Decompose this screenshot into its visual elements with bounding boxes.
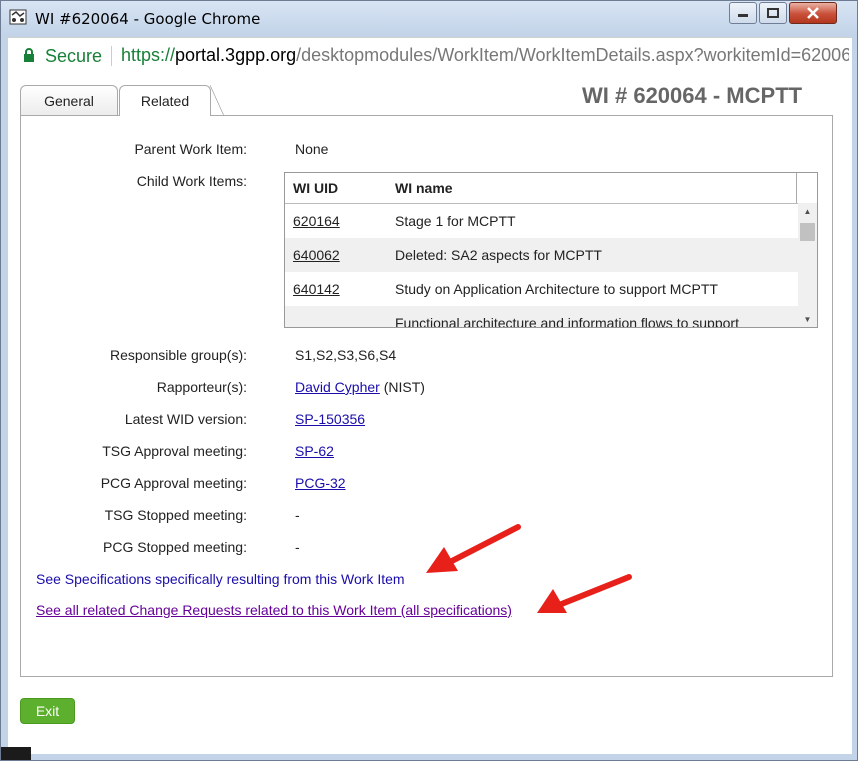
specifications-link[interactable]: See Specifications specifically resultin…	[36, 571, 405, 587]
row-uid-link[interactable]: 620164	[293, 213, 340, 229]
pcg-approval-value: PCG-32	[295, 475, 346, 491]
secure-label: Secure	[45, 46, 103, 66]
url-host: portal.3gpp.org	[175, 45, 297, 65]
pcg-approval-label: PCG Approval meeting:	[100, 475, 247, 491]
latest-wid-label: Latest WID version:	[124, 411, 247, 427]
row-name: Functional architecture and information …	[395, 315, 739, 328]
minimize-button[interactable]	[729, 2, 757, 24]
page-content: General Related WI # 620064 - MCPTT Pare…	[8, 73, 852, 754]
column-header-name[interactable]: WI name	[395, 180, 453, 196]
row-name: Deleted: SA2 aspects for MCPTT	[395, 247, 602, 263]
parent-work-item-label: Parent Work Item:	[134, 141, 247, 157]
scroll-up-icon[interactable]: ▲	[798, 203, 817, 219]
annotation-arrow-icon	[537, 574, 632, 613]
close-icon	[807, 7, 819, 19]
address-divider	[111, 46, 112, 66]
grid-header: WI UID WI name	[285, 173, 817, 204]
minimize-icon	[738, 14, 748, 17]
rapporteur-org: (NIST)	[383, 379, 425, 395]
grid-scrollbar[interactable]: ▲ ▼	[798, 203, 817, 327]
title-bar: WI #620064 - Google Chrome	[1, 1, 857, 35]
table-row[interactable]: Functional architecture and information …	[285, 306, 798, 328]
change-requests-link[interactable]: See all related Change Requests related …	[36, 602, 512, 618]
pcg-approval-link[interactable]: PCG-32	[295, 475, 346, 491]
rapporteur-label: Rapporteur(s):	[156, 379, 247, 395]
rapporteur-value: David Cypher (NIST)	[295, 379, 425, 395]
table-row[interactable]: 640062 Deleted: SA2 aspects for MCPTT	[285, 238, 798, 272]
browser-window: WI #620064 - Google Chrome Secure https:…	[0, 0, 858, 761]
child-work-items-label: Child Work Items:	[136, 173, 247, 189]
latest-wid-value: SP-150356	[295, 411, 365, 427]
annotation-arrow-icon	[426, 524, 521, 573]
app-icon	[9, 9, 27, 25]
table-row[interactable]: 640142 Study on Application Architecture…	[285, 272, 798, 306]
lock-icon	[24, 48, 34, 62]
tab-general[interactable]: General	[20, 85, 118, 115]
tab-related[interactable]: Related	[119, 85, 224, 116]
latest-wid-link[interactable]: SP-150356	[295, 411, 365, 427]
window-title: WI #620064 - Google Chrome	[35, 10, 261, 28]
responsible-groups-label: Responsible group(s):	[110, 347, 247, 363]
column-header-uid[interactable]: WI UID	[293, 180, 338, 196]
row-uid-link[interactable]: 640062	[293, 247, 340, 263]
row-uid-link[interactable]: 640142	[293, 281, 340, 297]
url-text[interactable]: https://portal.3gpp.org/desktopmodules/W…	[121, 45, 849, 66]
page-title: WI # 620064 - MCPTT	[582, 83, 803, 108]
maximize-icon	[767, 8, 779, 18]
pcg-stopped-value: -	[295, 539, 300, 555]
table-row[interactable]: 620164 Stage 1 for MCPTT	[285, 204, 798, 238]
tsg-approval-value: SP-62	[295, 443, 334, 459]
row-name: Stage 1 for MCPTT	[395, 213, 516, 229]
header-divider	[796, 173, 797, 203]
maximize-button[interactable]	[759, 2, 787, 24]
taskbar-edge	[1, 747, 31, 760]
tsg-approval-label: TSG Approval meeting:	[102, 443, 247, 459]
tsg-stopped-value: -	[295, 507, 300, 523]
related-panel: Parent Work Item: None Child Work Items:…	[20, 115, 833, 677]
rapporteur-link[interactable]: David Cypher	[295, 379, 380, 395]
child-work-items-grid: WI UID WI name 620164 Stage 1 for MCPTT …	[284, 172, 818, 328]
exit-button[interactable]: Exit	[20, 698, 75, 724]
pcg-stopped-label: PCG Stopped meeting:	[103, 539, 247, 555]
scroll-down-icon[interactable]: ▼	[798, 311, 817, 327]
tsg-approval-link[interactable]: SP-62	[295, 443, 334, 459]
tsg-stopped-label: TSG Stopped meeting:	[104, 507, 247, 523]
url-protocol: https://	[121, 45, 176, 65]
close-button[interactable]	[789, 2, 837, 24]
parent-work-item-value: None	[295, 141, 329, 157]
row-name: Study on Application Architecture to sup…	[395, 281, 718, 297]
scroll-thumb[interactable]	[800, 223, 815, 241]
responsible-groups-value: S1,S2,S3,S6,S4	[295, 347, 397, 363]
address-bar[interactable]: Secure https://portal.3gpp.org/desktopmo…	[8, 37, 852, 73]
url-path: /desktopmodules/WorkItem/WorkItemDetails…	[296, 45, 849, 65]
